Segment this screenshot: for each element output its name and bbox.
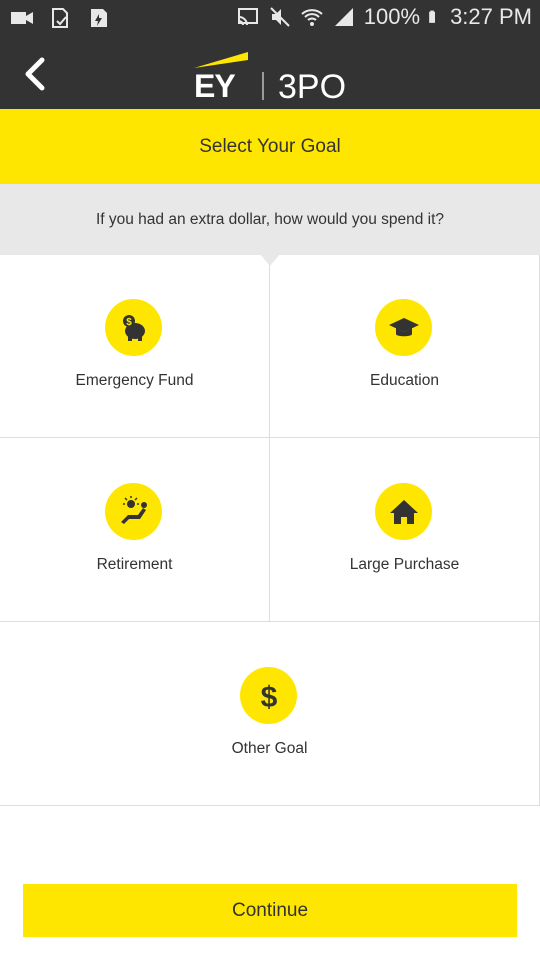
logo-product: 3PO (278, 68, 347, 106)
goal-tile-emergency-fund[interactable]: $ Emergency Fund (0, 255, 270, 438)
sd-card-charging-icon (91, 9, 107, 27)
goal-tile-large-purchase[interactable]: Large Purchase (270, 438, 540, 622)
back-chevron-left-icon[interactable] (20, 54, 54, 94)
svg-text:$: $ (126, 317, 132, 328)
goal-label: Large Purchase (349, 556, 460, 573)
logo-separator (262, 72, 264, 100)
status-bar: 100% 3:27 PM (0, 0, 540, 38)
continue-button[interactable]: Continue (23, 884, 517, 937)
house-icon (375, 483, 432, 540)
logo-beam-icon (194, 52, 248, 68)
goal-label: Emergency Fund (75, 372, 194, 389)
video-camera-icon (11, 12, 33, 24)
wifi-icon (301, 9, 323, 26)
logo-brand: EY (194, 68, 236, 104)
goal-label: Education (370, 372, 439, 389)
piggy-bank-icon: $ (105, 299, 162, 356)
lounge-chair-sun-icon (105, 483, 162, 540)
sd-card-check-icon (52, 8, 68, 28)
status-left-icons (10, 6, 110, 30)
page-title: Select Your Goal (0, 109, 540, 184)
goal-label: Retirement (96, 556, 173, 573)
question-pointer (260, 254, 280, 266)
app-bar: EY 3PO (0, 38, 540, 109)
question-text: If you had an extra dollar, how would yo… (0, 184, 540, 255)
graduation-cap-icon (375, 299, 432, 356)
battery-icon (429, 10, 436, 23)
goal-label: Other Goal (231, 740, 308, 757)
dollar-sign-icon: $ (240, 667, 297, 724)
cast-icon (237, 8, 258, 26)
goal-tile-education[interactable]: Education (270, 255, 540, 438)
battery-percent: 100% (363, 4, 421, 29)
signal-icon (334, 8, 353, 26)
goal-tile-retirement[interactable]: Retirement (0, 438, 270, 622)
clock: 3:27 PM (450, 4, 532, 29)
status-right: 100% 3:27 PM (236, 4, 532, 30)
goal-tile-other-goal[interactable]: $ Other Goal (0, 622, 540, 806)
svg-text:$: $ (260, 681, 277, 713)
app-logo: EY 3PO (192, 46, 352, 106)
mute-icon (270, 7, 290, 27)
